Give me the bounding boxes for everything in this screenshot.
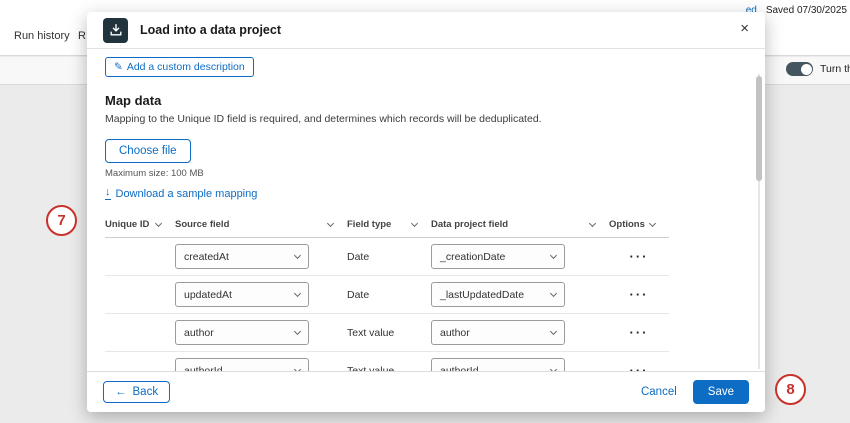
- add-description-button[interactable]: ✎ Add a custom description: [105, 57, 254, 77]
- options-menu-icon[interactable]: ···: [609, 361, 669, 371]
- toggle-knob-icon: [801, 64, 812, 75]
- choose-file-button[interactable]: Choose file: [105, 139, 191, 163]
- map-data-description: Mapping to the Unique ID field is requir…: [105, 113, 747, 125]
- load-data-icon: [103, 18, 128, 43]
- modal-body: ✎ Add a custom description Map data Mappi…: [87, 49, 765, 371]
- download-sample-mapping-link[interactable]: ↓ Download a sample mapping: [105, 187, 257, 200]
- select-value: createdAt: [184, 251, 229, 263]
- mapping-table: Unique ID Source field Field type Data p…: [105, 212, 669, 371]
- col-source-field: Source field: [175, 219, 347, 230]
- select-value: author: [184, 327, 214, 339]
- data-project-field-select[interactable]: author: [431, 320, 565, 345]
- footer-actions: Cancel Save: [641, 380, 749, 404]
- table-row: updatedAt Date _lastUpdatedDate ···: [105, 276, 669, 314]
- field-type-cell: Date: [347, 289, 431, 301]
- cancel-button[interactable]: Cancel: [641, 386, 677, 398]
- back-label: Back: [133, 386, 159, 398]
- source-field-select[interactable]: author: [175, 320, 309, 345]
- tab-run-history[interactable]: Run history: [14, 30, 70, 42]
- options-menu-icon[interactable]: ···: [609, 323, 669, 342]
- chevron-down-icon: [294, 328, 301, 335]
- modal-footer: ← Back Cancel Save: [87, 371, 765, 412]
- col-options: Options: [609, 219, 669, 230]
- data-project-field-select[interactable]: authorId: [431, 358, 565, 371]
- field-type-cell: Text value: [347, 327, 431, 339]
- source-field-select[interactable]: updatedAt: [175, 282, 309, 307]
- table-header-row: Unique ID Source field Field type Data p…: [105, 212, 669, 238]
- col-unique-id: Unique ID: [105, 219, 175, 230]
- load-data-project-modal: Load into a data project × ✎ Add a custom…: [87, 12, 765, 412]
- chevron-down-icon: [294, 290, 301, 297]
- col-label: Options: [609, 219, 645, 230]
- data-project-field-select[interactable]: _creationDate: [431, 244, 565, 269]
- chevron-down-icon[interactable]: [411, 219, 418, 226]
- table-row: author Text value author ···: [105, 314, 669, 352]
- select-value: updatedAt: [184, 289, 232, 301]
- field-type-cell: Date: [347, 251, 431, 263]
- workflow-toggle-label: Turn the w: [820, 63, 850, 75]
- modal-header: Load into a data project ×: [87, 12, 765, 49]
- scrollbar-thumb[interactable]: [756, 76, 762, 181]
- max-size-text: Maximum size: 100 MB: [105, 168, 747, 179]
- chevron-down-icon: [550, 290, 557, 297]
- options-menu-icon[interactable]: ···: [609, 285, 669, 304]
- source-field-select[interactable]: authorId: [175, 358, 309, 371]
- add-description-label: Add a custom description: [127, 61, 245, 73]
- col-label: Data project field: [431, 219, 508, 230]
- col-field-type: Field type: [347, 219, 431, 230]
- annotation-step-8: 8: [775, 374, 806, 405]
- workflow-toggle-group: Turn the w: [786, 62, 850, 76]
- back-button[interactable]: ← Back: [103, 381, 170, 403]
- download-label: Download a sample mapping: [116, 188, 258, 200]
- chevron-down-icon: [550, 328, 557, 335]
- table-row: createdAt Date _creationDate ···: [105, 238, 669, 276]
- chevron-down-icon[interactable]: [649, 219, 656, 226]
- data-project-field-select[interactable]: _lastUpdatedDate: [431, 282, 565, 307]
- col-data-project-field: Data project field: [431, 219, 609, 230]
- col-label: Source field: [175, 219, 229, 230]
- chevron-down-icon[interactable]: [155, 219, 162, 226]
- select-value: _creationDate: [440, 251, 505, 263]
- saved-timestamp: Saved 07/30/2025: [766, 5, 847, 16]
- options-menu-icon[interactable]: ···: [609, 247, 669, 266]
- select-value: _lastUpdatedDate: [440, 289, 524, 301]
- source-field-select[interactable]: createdAt: [175, 244, 309, 269]
- select-value: author: [440, 327, 470, 339]
- map-data-title: Map data: [105, 93, 747, 108]
- tab-fragment[interactable]: R: [78, 30, 86, 42]
- col-label: Field type: [347, 219, 391, 230]
- chevron-down-icon[interactable]: [589, 219, 596, 226]
- chevron-down-icon: [550, 252, 557, 259]
- chevron-down-icon: [294, 252, 301, 259]
- col-label: Unique ID: [105, 219, 149, 230]
- close-icon[interactable]: ×: [740, 21, 749, 36]
- annotation-step-7: 7: [46, 205, 77, 236]
- table-row: authorId Text value authorId ···: [105, 352, 669, 371]
- save-button[interactable]: Save: [693, 380, 749, 404]
- back-arrow-icon: ←: [115, 386, 127, 398]
- workflow-toggle[interactable]: [786, 62, 813, 76]
- chevron-down-icon[interactable]: [327, 219, 334, 226]
- download-icon: ↓: [105, 187, 111, 200]
- edit-icon: ✎: [114, 61, 123, 73]
- modal-title: Load into a data project: [140, 23, 281, 37]
